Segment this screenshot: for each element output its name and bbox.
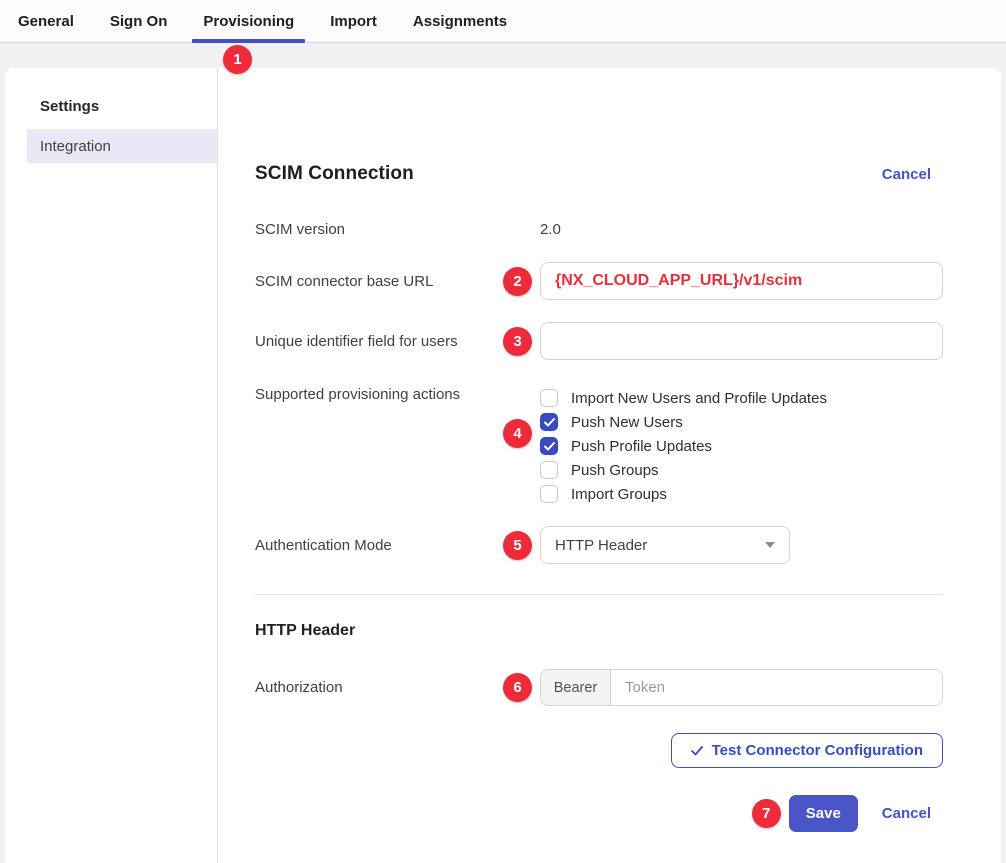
step-badge-7: 7 [752, 799, 781, 828]
provisioning-actions-list: Import New Users and Profile Updates Pus… [540, 386, 827, 506]
provisioning-actions-row: Supported provisioning actions 4 Import … [255, 386, 943, 506]
tab-general[interactable]: General [7, 0, 85, 42]
auth-mode-label: Authentication Mode [255, 537, 503, 554]
bearer-prefix: Bearer [541, 670, 611, 705]
step-badge-4: 4 [503, 419, 532, 448]
cancel-link-bottom[interactable]: Cancel [882, 805, 931, 822]
tab-import[interactable]: Import [319, 0, 388, 42]
check-icon [691, 746, 703, 756]
option-label: Import New Users and Profile Updates [571, 390, 827, 407]
sidebar-item-integration[interactable]: Integration [27, 129, 217, 163]
option-push-new-users[interactable]: Push New Users [540, 410, 827, 434]
option-label: Push Profile Updates [571, 438, 712, 455]
http-header-section-title: HTTP Header [255, 622, 943, 640]
tab-assignments[interactable]: Assignments [402, 0, 518, 42]
checkbox-push-new-users[interactable] [540, 413, 558, 431]
sidebar-header: Settings [5, 98, 217, 129]
option-push-groups[interactable]: Push Groups [540, 458, 827, 482]
save-cancel-row: 7 Save Cancel [255, 795, 943, 832]
settings-sidebar: Settings Integration [5, 68, 218, 863]
checkbox-import-groups[interactable] [540, 485, 558, 503]
provisioning-actions-label: Supported provisioning actions [255, 386, 503, 403]
save-button[interactable]: Save [789, 795, 858, 832]
checkbox-import-new-users[interactable] [540, 389, 558, 407]
step-badge-1: 1 [223, 45, 252, 74]
scim-version-value: 2.0 [540, 221, 561, 238]
authorization-row: Authorization 6 Bearer [255, 669, 943, 706]
auth-mode-select[interactable]: HTTP Header [540, 526, 790, 564]
caret-down-icon [765, 542, 775, 548]
check-icon [544, 442, 555, 451]
checkbox-push-groups[interactable] [540, 461, 558, 479]
provisioning-card: Settings Integration SCIM Connection Can… [5, 68, 1001, 863]
token-input[interactable] [611, 670, 942, 705]
scim-version-label: SCIM version [255, 221, 503, 238]
check-icon [544, 418, 555, 427]
authorization-label: Authorization [255, 679, 503, 696]
option-push-profile-updates[interactable]: Push Profile Updates [540, 434, 827, 458]
step-badge-6: 6 [503, 673, 532, 702]
section-divider [255, 594, 943, 595]
auth-mode-row: Authentication Mode 5 HTTP Header [255, 526, 943, 564]
option-label: Push Groups [571, 462, 659, 479]
option-import-new-users[interactable]: Import New Users and Profile Updates [540, 386, 827, 410]
step-badge-3: 3 [503, 327, 532, 356]
auth-mode-selected-value: HTTP Header [555, 537, 647, 554]
cancel-link-top[interactable]: Cancel [882, 166, 931, 183]
scim-connection-form: SCIM Connection Cancel SCIM version 2.0 … [218, 68, 1001, 863]
option-label: Push New Users [571, 414, 683, 431]
page-title: SCIM Connection [255, 163, 414, 185]
app-tab-bar: General Sign On Provisioning Import Assi… [0, 0, 1006, 43]
tab-provisioning[interactable]: Provisioning [192, 0, 305, 42]
unique-identifier-row: Unique identifier field for users 3 [255, 322, 943, 360]
base-url-input[interactable] [540, 262, 943, 300]
scim-version-row: SCIM version 2.0 [255, 221, 943, 238]
option-label: Import Groups [571, 486, 667, 503]
base-url-row: SCIM connector base URL 2 [255, 262, 943, 300]
test-connector-button[interactable]: Test Connector Configuration [671, 733, 943, 768]
base-url-label: SCIM connector base URL [255, 273, 503, 290]
option-import-groups[interactable]: Import Groups [540, 482, 827, 506]
checkbox-push-profile-updates[interactable] [540, 437, 558, 455]
step-badge-2: 2 [503, 267, 532, 296]
test-connector-row: Test Connector Configuration [255, 733, 943, 768]
authorization-input-group: Bearer [540, 669, 943, 706]
step-badge-5: 5 [503, 531, 532, 560]
unique-identifier-input[interactable] [540, 322, 943, 360]
unique-identifier-label: Unique identifier field for users [255, 333, 503, 350]
tab-sign-on[interactable]: Sign On [99, 0, 179, 42]
test-connector-label: Test Connector Configuration [712, 742, 923, 759]
